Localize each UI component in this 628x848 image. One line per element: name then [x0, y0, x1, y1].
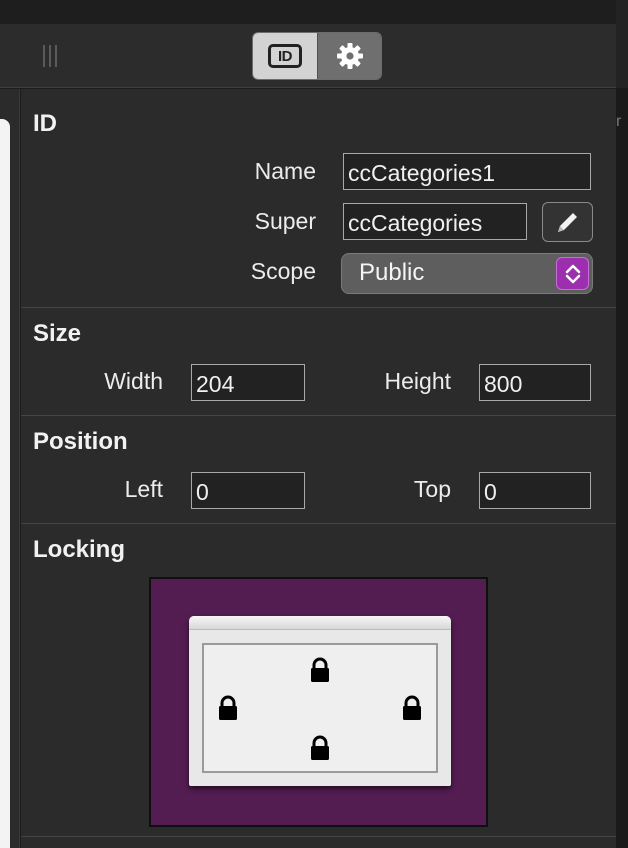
window-preview	[189, 616, 451, 786]
id-section: ID Name ccCategories1 Super ccCategories…	[21, 89, 616, 308]
position-section: Position Left 0 Top 0	[21, 416, 616, 524]
tab-id-label: ID	[278, 47, 293, 65]
right-edge-text: r	[616, 113, 622, 130]
locking-diagram	[149, 577, 488, 827]
locking-section-title: Locking	[33, 536, 126, 563]
super-field[interactable]: ccCategories	[343, 203, 527, 240]
window-top-strip	[0, 0, 616, 24]
width-label: Width	[104, 368, 163, 394]
scope-select[interactable]: Public	[341, 253, 593, 294]
chevron-updown-icon	[556, 257, 589, 290]
inspector-toolbar: ID	[0, 24, 616, 88]
edit-super-button[interactable]	[542, 202, 593, 242]
name-label: Name	[254, 158, 316, 184]
scope-value: Public	[359, 259, 425, 286]
name-field[interactable]: ccCategories1	[343, 153, 591, 190]
lock-icon-top[interactable]	[309, 657, 331, 683]
canvas-window-edge	[0, 119, 10, 848]
inspector-panel: ID Name ccCategories1 Super ccCategories…	[21, 89, 616, 848]
tab-id[interactable]: ID	[253, 33, 317, 79]
left-canvas-edge	[0, 89, 20, 848]
lock-icon-right[interactable]	[401, 695, 423, 721]
width-field[interactable]: 204	[191, 364, 305, 401]
window-preview-titlebar	[189, 616, 451, 630]
position-section-title: Position	[33, 428, 128, 455]
window-preview-content	[202, 643, 438, 773]
right-edge-bar	[616, 0, 628, 88]
size-section: Size Width 204 Height 800	[21, 308, 616, 416]
id-card-icon: ID	[268, 44, 302, 68]
left-label: Left	[124, 476, 163, 502]
scope-label: Scope	[250, 258, 316, 284]
tab-settings[interactable]	[317, 33, 381, 79]
lock-icon-left[interactable]	[217, 695, 239, 721]
height-label: Height	[384, 368, 451, 394]
left-field[interactable]: 0	[191, 472, 305, 509]
pencil-icon	[557, 213, 577, 232]
right-window-edge: r	[616, 0, 628, 848]
drag-handle-icon[interactable]	[43, 45, 61, 67]
id-section-title: ID	[33, 110, 57, 137]
top-field[interactable]: 0	[479, 472, 591, 509]
height-field[interactable]: 800	[479, 364, 591, 401]
size-section-title: Size	[33, 320, 82, 347]
top-label: Top	[413, 476, 451, 502]
inspector-tab-group: ID	[252, 32, 382, 80]
lock-icon-bottom[interactable]	[309, 735, 331, 761]
gear-icon	[336, 43, 363, 69]
super-label: Super	[254, 208, 316, 234]
